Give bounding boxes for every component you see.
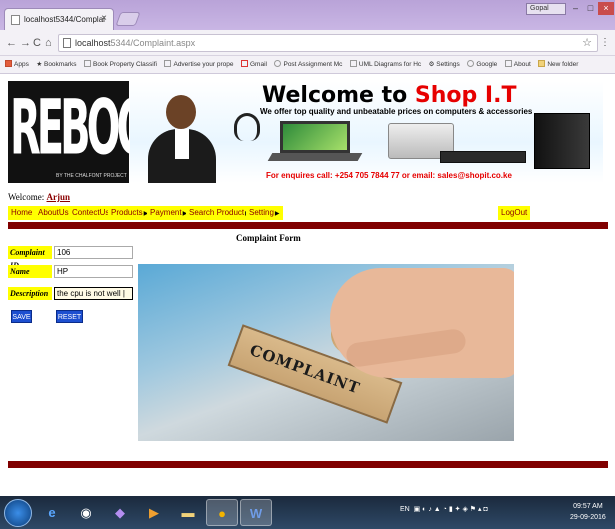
- menu-home[interactable]: Home: [8, 206, 36, 220]
- menu-aboutus[interactable]: AboutUs: [35, 206, 72, 220]
- username-link[interactable]: Arjun: [47, 192, 71, 202]
- support-agent-image: [142, 91, 222, 183]
- bookmark-settings[interactable]: ⚙ Settings: [429, 60, 460, 68]
- star-icon: ★: [36, 61, 44, 68]
- laptop-image: [267, 121, 363, 163]
- complaint-stamp-image: COMPLAINT: [138, 264, 514, 441]
- menu-setting[interactable]: Setting▶: [246, 206, 283, 220]
- bookmark-advertise[interactable]: Advertise your prope: [164, 60, 233, 68]
- language-indicator[interactable]: EN: [400, 506, 410, 513]
- bookmark-post-assignment[interactable]: Post Assignment Mc: [274, 60, 342, 68]
- site-logo: REBOOT! BY THE CHALFONT PROJECT: [8, 81, 129, 183]
- word-icon[interactable]: W: [240, 499, 272, 526]
- complaint-id-field[interactable]: 106: [54, 246, 133, 259]
- chrome-icon[interactable]: ●: [206, 499, 238, 526]
- minimize-icon[interactable]: –: [568, 2, 583, 15]
- bookmark-book-property[interactable]: Book Property Classifi: [84, 60, 157, 68]
- description-field[interactable]: the cpu is not well |: [54, 287, 133, 300]
- browser-menu-icon[interactable]: ⋮: [600, 37, 610, 48]
- close-window-icon[interactable]: ×: [598, 2, 614, 15]
- system-tray: EN ▣ ◐ ♪ ▲ ◔ ▮ ✦ ◈ ⚑ ▴ ◘: [400, 506, 488, 513]
- bookmark-star-icon[interactable]: ☆: [582, 36, 592, 49]
- name-label: Name: [8, 265, 52, 278]
- reset-button[interactable]: RESET: [56, 310, 83, 323]
- apps-icon: [5, 60, 12, 67]
- page-favicon-icon: [11, 15, 20, 25]
- url-text: localhost5344/Complaint.aspx: [75, 38, 196, 48]
- page-icon: [504, 60, 512, 67]
- logout-button[interactable]: LogOut: [498, 206, 531, 220]
- explorer-icon[interactable]: ▬: [172, 499, 204, 526]
- brand-name: Shop I.T: [414, 83, 517, 108]
- google-icon: [467, 60, 475, 67]
- logo-subtitle: BY THE CHALFONT PROJECT: [56, 173, 127, 179]
- google-icon: [274, 60, 282, 67]
- divider-bottom: [8, 461, 608, 468]
- page-content: REBOOT! BY THE CHALFONT PROJECT Welcome …: [0, 75, 615, 495]
- submenu-arrow-icon: ▶: [274, 211, 280, 217]
- bookmark-bookmarks[interactable]: ★ Bookmarks: [36, 60, 76, 68]
- forward-arrow-icon[interactable]: →: [20, 37, 31, 49]
- reload-icon[interactable]: C: [33, 37, 41, 49]
- page-icon: [63, 38, 71, 48]
- media-icon[interactable]: ◉: [70, 499, 102, 526]
- tab-title: localhost5344/Complai: [24, 15, 105, 24]
- os-taskbar: e ◉ ◆ ▶ ▬ ● W EN ▣ ◐ ♪ ▲ ◔ ▮ ✦ ◈ ⚑ ▴ ◘ 0…: [0, 496, 615, 529]
- browser-titlebar: localhost5344/Complai × Gopal – □ ×: [0, 0, 615, 30]
- banner-contact: For enquires call: +254 705 7844 77 or e…: [266, 171, 512, 180]
- pc-tower-image: [534, 113, 590, 169]
- main-menu: Home AboutUs ContectUs Products▶ Payment…: [8, 206, 603, 220]
- form-title: Complaint Form: [236, 233, 301, 243]
- ie-icon[interactable]: e: [36, 499, 68, 526]
- clock-time: 09:57 AM: [573, 503, 603, 510]
- bookmark-uml[interactable]: UML Diagrams for Hc: [349, 60, 421, 68]
- bookmark-new-folder[interactable]: New folder: [538, 60, 578, 68]
- start-orb-icon[interactable]: [4, 499, 32, 527]
- complaint-id-label: Complaint ID: [8, 246, 52, 270]
- maximize-icon[interactable]: □: [583, 2, 598, 15]
- dvd-player-image: [440, 151, 526, 163]
- bookmark-gmail[interactable]: Gmail: [240, 60, 267, 68]
- menu-payment[interactable]: Payment▶: [147, 206, 191, 220]
- home-icon[interactable]: ⌂: [45, 37, 52, 49]
- gmail-icon: [240, 60, 248, 67]
- browser-tab[interactable]: localhost5344/Complai ×: [4, 8, 114, 30]
- bookmarks-bar: Apps ★ Bookmarks Book Property Classifi …: [0, 56, 615, 74]
- banner-headline: Welcome to Shop I.T: [262, 83, 517, 108]
- menu-contactus[interactable]: ContectUs: [69, 206, 113, 220]
- save-button[interactable]: SAVE: [11, 310, 32, 323]
- welcome-user: Welcome: Arjun: [8, 192, 71, 202]
- tab-close-icon[interactable]: ×: [101, 13, 107, 24]
- new-tab-button[interactable]: [115, 12, 141, 26]
- back-arrow-icon[interactable]: ←: [6, 37, 17, 49]
- page-icon: [349, 60, 357, 67]
- logo-text: REBOOT!: [10, 85, 129, 173]
- banner-tagline: We offer top quality and unbeatable pric…: [260, 107, 533, 116]
- page-icon: [84, 60, 92, 67]
- taskbar-clock[interactable]: 09:57 AM 29-09-2016: [570, 501, 606, 523]
- folder-icon: [538, 60, 546, 67]
- clock-date: 29-09-2016: [570, 514, 606, 521]
- divider-top: [8, 222, 608, 229]
- header-banner: Welcome to Shop I.T We offer top quality…: [130, 81, 603, 183]
- page-icon: [164, 60, 172, 67]
- menu-search-product[interactable]: Search Product▶: [186, 206, 253, 220]
- url-input[interactable]: localhost5344/Complaint.aspx ☆: [58, 34, 598, 52]
- bookmark-about[interactable]: About: [504, 60, 531, 68]
- description-label: Description: [8, 287, 52, 300]
- address-toolbar: ← → C ⌂ localhost5344/Complaint.aspx ☆ ⋮: [0, 30, 615, 56]
- bookmark-google[interactable]: Google: [467, 60, 497, 68]
- headset-image: [234, 113, 260, 141]
- name-field[interactable]: HP: [54, 265, 133, 278]
- visual-studio-icon[interactable]: ◆: [104, 499, 136, 526]
- bookmark-apps[interactable]: Apps: [5, 60, 29, 68]
- profile-button[interactable]: Gopal: [526, 3, 566, 15]
- player-icon[interactable]: ▶: [138, 499, 170, 526]
- menu-products[interactable]: Products▶: [108, 206, 152, 220]
